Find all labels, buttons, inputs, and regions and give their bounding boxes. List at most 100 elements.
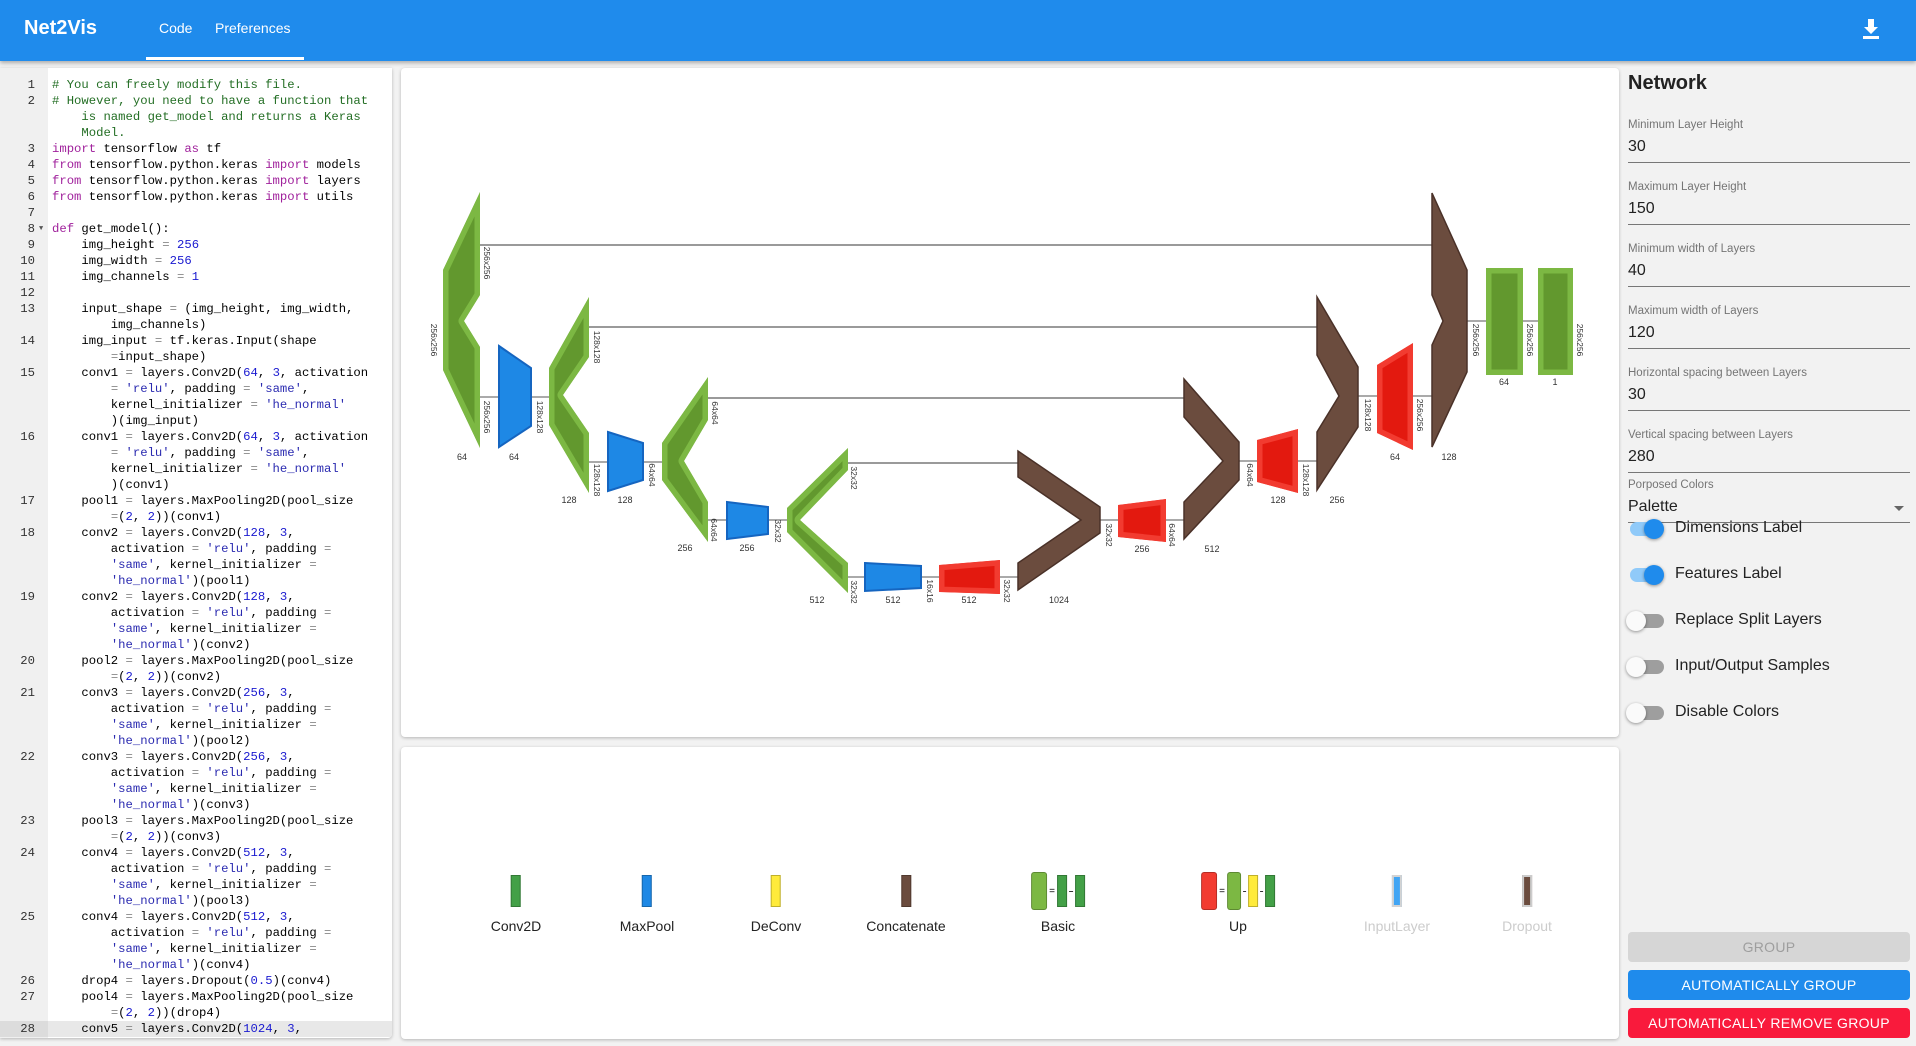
layer-concat[interactable]: 256 128x128 <box>1316 294 1373 505</box>
code-line[interactable]: 26 drop4 = layers.Dropout(0.5)(conv4) <box>0 973 392 989</box>
field-maximum-layer-height[interactable]: Maximum Layer Height 150 <box>1628 181 1910 225</box>
field-input[interactable]: 30 <box>1628 138 1646 156</box>
layer-maxpool[interactable]: 512 16x16 <box>864 561 935 605</box>
layer-shape[interactable] <box>1316 294 1359 493</box>
layer-deconv[interactable]: 512 32x32 <box>939 560 1012 605</box>
field-minimum-layer-height[interactable]: Minimum Layer Height 30 <box>1628 119 1910 163</box>
layer-deconv[interactable]: 256 64x64 <box>1118 499 1177 554</box>
code-line[interactable]: 'same', kernel_initializer = <box>0 781 392 797</box>
layer-shape[interactable] <box>607 430 644 493</box>
layer-conv[interactable]: 256 64x64 64x64 <box>662 377 720 553</box>
field-input[interactable]: 280 <box>1628 448 1655 466</box>
code-line[interactable]: 4 from tensorflow.python.keras import mod… <box>0 157 392 173</box>
layer-shape[interactable] <box>1538 268 1573 375</box>
layer-shape[interactable] <box>443 192 480 448</box>
field-horizontal-spacing-between-layers[interactable]: Horizontal spacing between Layers 30 <box>1628 367 1910 411</box>
code-line[interactable]: =(2, 2))(drop4) <box>0 1005 392 1021</box>
code-lines[interactable]: 1 # You can freely modify this file. 2 # Ho… <box>0 77 392 1037</box>
automatically-remove-group-button[interactable]: AUTOMATICALLY REMOVE GROUP <box>1628 1008 1910 1038</box>
code-line[interactable]: = 'relu', padding = 'same', <box>0 445 392 461</box>
code-line[interactable]: 24 conv4 = layers.Conv2D(512, 3, <box>0 845 392 861</box>
code-line[interactable]: 'he_normal')(conv4) <box>0 957 392 973</box>
code-line[interactable]: 20 pool2 = layers.MaxPooling2D(pool_size <box>0 653 392 669</box>
layer-shape[interactable] <box>939 560 1000 594</box>
code-line[interactable]: 23 pool3 = layers.MaxPooling2D(pool_size <box>0 813 392 829</box>
layer-shape[interactable] <box>1118 499 1166 542</box>
code-line[interactable]: =(2, 2))(conv2) <box>0 669 392 685</box>
code-line[interactable]: 11 img_channels = 1 <box>0 269 392 285</box>
code-line[interactable]: kernel_initializer = 'he_normal' <box>0 397 392 413</box>
code-line[interactable]: 2 # However, you need to have a function … <box>0 93 392 109</box>
download-icon[interactable] <box>1862 19 1880 39</box>
code-line[interactable]: =input_shape) <box>0 349 392 365</box>
toggle-dimensions-label[interactable]: Dimensions Label <box>1628 517 1910 541</box>
legend-item-group-up[interactable]: = Up <box>1201 872 1275 934</box>
layer-shape[interactable] <box>1486 268 1523 375</box>
code-line[interactable]: is named get_model and returns a Keras <box>0 109 392 125</box>
group-button[interactable]: GROUP <box>1628 932 1910 962</box>
field-input[interactable]: 30 <box>1628 386 1646 404</box>
code-editor[interactable]: 1 # You can freely modify this file. 2 # Ho… <box>0 68 392 1038</box>
code-line[interactable]: 14 img_input = tf.keras.Input(shape <box>0 333 392 349</box>
layer-concat[interactable]: 512 64x64 <box>1183 377 1255 554</box>
code-line[interactable]: 28 conv5 = layers.Conv2D(1024, 3, <box>0 1021 392 1037</box>
layer-deconv[interactable]: 64 256x256 <box>1377 343 1425 462</box>
code-line[interactable]: 6 from tensorflow.python.keras import uti… <box>0 189 392 205</box>
layer-conv[interactable]: 512 32x32 32x32 <box>787 448 859 605</box>
layer-deconv[interactable]: 128 128x128 <box>1257 429 1311 505</box>
code-line[interactable]: 1 # You can freely modify this file. <box>0 77 392 93</box>
toggle-thumb[interactable] <box>1644 519 1664 539</box>
toggle-features-label[interactable]: Features Label <box>1628 563 1910 587</box>
toggle-replace-split-layers[interactable]: Replace Split Layers <box>1626 609 1910 633</box>
layer-shape[interactable] <box>1377 343 1413 450</box>
code-line[interactable]: activation = 'relu', padding = <box>0 701 392 717</box>
code-line[interactable]: 22 conv3 = layers.Conv2D(256, 3, <box>0 749 392 765</box>
legend-item-dropout[interactable]: Dropout <box>1502 872 1552 934</box>
legend-item-deconv-yellow[interactable]: DeConv <box>751 872 801 934</box>
tab-preferences[interactable]: Preferences <box>215 20 290 36</box>
layer-concat[interactable]: 1024 32x32 <box>1017 449 1114 605</box>
code-line[interactable]: 7 <box>0 205 392 221</box>
layer-concat[interactable]: 128 256x256 <box>1431 192 1481 462</box>
code-line[interactable]: 12 <box>0 285 392 301</box>
code-line[interactable]: 19 conv2 = layers.Conv2D(128, 3, <box>0 589 392 605</box>
field-minimum-width-of-layers[interactable]: Minimum width of Layers 40 <box>1628 243 1910 287</box>
tab-code[interactable]: Code <box>159 20 192 36</box>
code-line[interactable]: =(2, 2))(conv1) <box>0 509 392 525</box>
layer-shape[interactable] <box>662 377 708 542</box>
code-line[interactable]: 5 from tensorflow.python.keras import lay… <box>0 173 392 189</box>
field-input[interactable]: 150 <box>1628 200 1655 218</box>
code-line[interactable]: 'same', kernel_initializer = <box>0 717 392 733</box>
layer-conv[interactable]: 1 256x256 <box>1538 268 1585 387</box>
network-graph-panel[interactable]: 64 256x256 256x256 256x256 64 128x128 128 128x1… <box>401 68 1619 737</box>
code-line[interactable]: )(img_input) <box>0 413 392 429</box>
code-line[interactable]: 'he_normal')(conv2) <box>0 637 392 653</box>
code-line[interactable]: activation = 'relu', padding = <box>0 861 392 877</box>
code-line[interactable]: activation = 'relu', padding = <box>0 765 392 781</box>
code-line[interactable]: 27 pool4 = layers.MaxPooling2D(pool_size <box>0 989 392 1005</box>
code-line[interactable]: img_channels) <box>0 317 392 333</box>
code-line[interactable]: 17 pool1 = layers.MaxPooling2D(pool_size <box>0 493 392 509</box>
legend-item-group-basic[interactable]: = Basic <box>1031 872 1085 934</box>
toggle-thumb[interactable] <box>1626 703 1646 723</box>
field-input[interactable]: 120 <box>1628 324 1655 342</box>
code-line[interactable]: 'he_normal')(pool1) <box>0 573 392 589</box>
code-line[interactable]: 21 conv3 = layers.Conv2D(256, 3, <box>0 685 392 701</box>
code-line[interactable]: 'same', kernel_initializer = <box>0 557 392 573</box>
code-line[interactable]: 3 import tensorflow as tf <box>0 141 392 157</box>
toggle-input-output-samples[interactable]: Input/Output Samples <box>1626 655 1910 679</box>
code-line[interactable]: =(2, 2))(conv3) <box>0 829 392 845</box>
layer-shape[interactable] <box>1431 192 1468 448</box>
code-line[interactable]: 13 input_shape = (img_height, img_width, <box>0 301 392 317</box>
field-maximum-width-of-layers[interactable]: Maximum width of Layers 120 <box>1628 305 1910 349</box>
legend-item-maxpool[interactable]: MaxPool <box>620 872 674 934</box>
layer-shape[interactable] <box>549 297 589 493</box>
code-line[interactable]: Model. <box>0 125 392 141</box>
code-line[interactable]: 'he_normal')(conv3) <box>0 797 392 813</box>
network-graph[interactable]: 64 256x256 256x256 256x256 64 128x128 128 128x1… <box>401 68 1619 737</box>
layer-shape[interactable] <box>498 344 532 449</box>
toggle-thumb[interactable] <box>1626 657 1646 677</box>
code-line[interactable]: 16 conv1 = layers.Conv2D(64, 3, activati… <box>0 429 392 445</box>
fold-arrow-icon[interactable]: ▼ <box>39 221 43 237</box>
layer-conv[interactable]: 128 128x128 128x128 <box>549 297 602 505</box>
